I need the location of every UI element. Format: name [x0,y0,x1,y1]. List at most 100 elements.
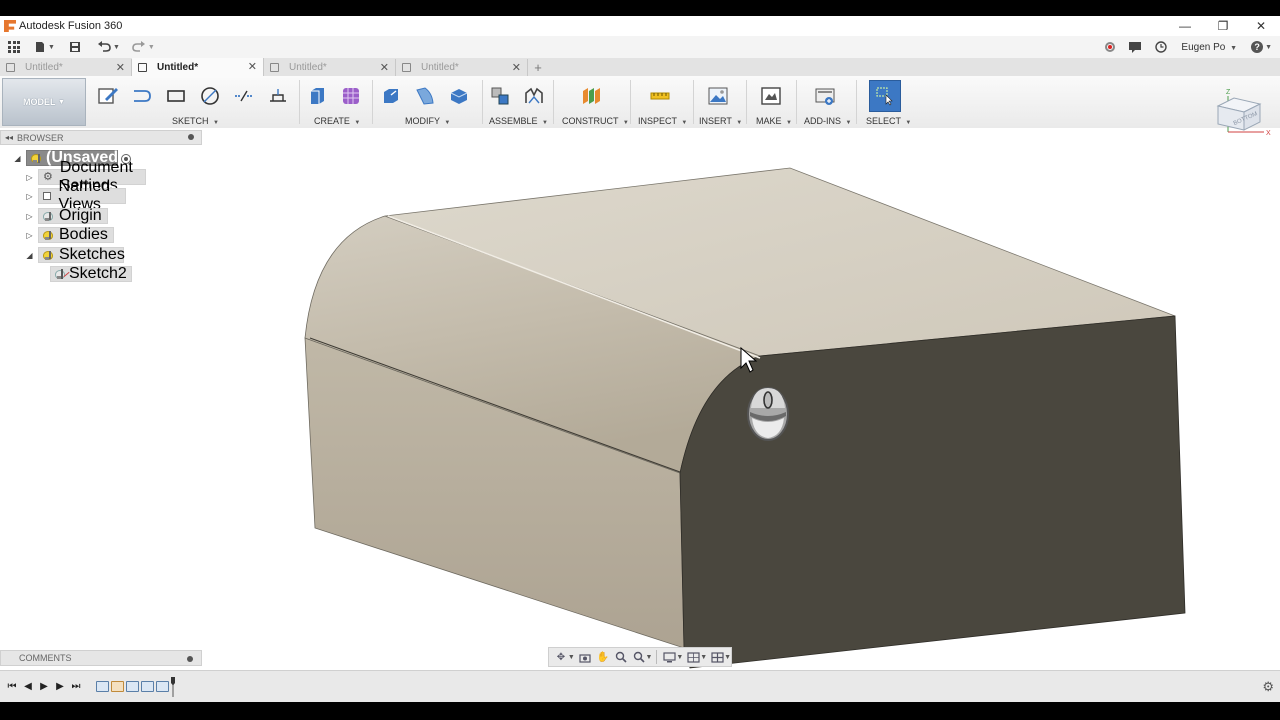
viewports-icon[interactable] [709,649,725,665]
tab-untitled-2[interactable]: Untitled* ✕ [132,58,264,76]
insert-image-icon[interactable] [704,82,732,110]
extrude-icon[interactable] [303,82,331,110]
timeline-settings-gear-icon[interactable]: ⚙ [1262,679,1274,695]
circle-icon[interactable] [196,82,224,110]
go-to-start-icon[interactable]: ⏮ [6,680,18,692]
expand-toggle[interactable]: ▷ [25,231,34,240]
press-pull-icon[interactable] [377,82,405,110]
measure-icon[interactable] [646,82,674,110]
play-icon[interactable]: ▶ [38,680,50,692]
go-to-end-icon[interactable]: ⏭ [70,680,82,692]
construct-menu-button[interactable]: CONSTRUCT ▼ [562,116,629,126]
sketch-icon [61,269,63,279]
browser-header[interactable]: ◂◂ BROWSER [0,130,202,145]
collapse-toggle[interactable]: ◢ [25,251,34,260]
insert-menu-button[interactable]: INSERT ▼ [699,116,742,126]
timeline-feature-extrude[interactable] [141,681,154,692]
close-button[interactable]: ✕ [1242,16,1280,36]
view-cube[interactable]: BOTTOM Z X [1208,86,1272,144]
form-icon[interactable] [337,82,365,110]
root-expand-toggle[interactable]: ◢ [13,154,22,163]
expand-toggle[interactable]: ▷ [25,173,34,182]
close-tab-icon[interactable]: ✕ [380,61,389,74]
make-menu-button[interactable]: MAKE ▼ [756,116,792,126]
step-forward-icon[interactable]: ▶ [54,680,66,692]
component-icon [38,153,40,163]
trim-icon[interactable] [230,82,258,110]
timeline-feature-sketch[interactable] [96,681,109,692]
help-menu-button[interactable]: ? ▼ [1251,41,1272,53]
zoom-icon[interactable] [613,649,629,665]
clock-icon[interactable] [1155,41,1168,53]
inspect-label: INSPECT [638,116,677,126]
save-button[interactable] [69,36,81,58]
restore-button[interactable]: ❐ [1204,16,1242,36]
timeline-feature-sketch[interactable] [126,681,139,692]
display-settings-icon[interactable] [661,649,677,665]
appbar-right-controls: Eugen Po ▼ ? ▼ [1105,36,1272,58]
workspace-switcher[interactable]: MODEL ▼ [2,78,86,126]
tab-untitled-4[interactable]: Untitled* ✕ [396,59,528,76]
line-icon[interactable] [128,82,156,110]
user-account-menu[interactable]: Eugen Po ▼ [1181,42,1237,53]
pin-icon[interactable] [187,656,193,662]
group-divider [746,80,747,124]
add-ins-menu-button[interactable]: ADD-INS ▼ [804,116,851,126]
sketch-menu-button[interactable]: SKETCH ▼ [172,116,219,126]
new-component-icon[interactable] [486,82,514,110]
tree-item-sketches[interactable]: Sketches [38,246,125,263]
timeline-marker[interactable] [171,677,175,697]
scripts-addins-icon[interactable] [811,82,839,110]
collapse-arrows-icon[interactable]: ◂◂ [5,133,13,142]
assemble-menu-button[interactable]: ASSEMBLE ▼ [489,116,548,126]
close-tab-icon[interactable]: ✕ [512,61,521,74]
window-controls: — ❐ ✕ [1166,16,1280,36]
modify-menu-button[interactable]: MODIFY ▼ [405,116,450,126]
joint-icon[interactable] [520,82,548,110]
create-menu-button[interactable]: CREATE ▼ [314,116,360,126]
minimize-button[interactable]: — [1166,16,1204,36]
tree-item-bodies[interactable]: Bodies [38,226,114,243]
inspect-menu-button[interactable]: INSPECT ▼ [638,116,687,126]
timeline-feature-extrude[interactable] [111,681,124,692]
data-panel-grid-icon[interactable] [8,41,20,53]
job-status-icon[interactable] [1105,42,1116,52]
new-tab-button[interactable]: + [528,59,548,76]
modify-group: MODIFY ▼ [377,76,481,128]
file-menu-button[interactable]: ▼ [34,36,55,58]
tab-untitled-1[interactable]: Untitled* ✕ [0,59,132,76]
step-back-icon[interactable]: ◀ [22,680,34,692]
comments-panel[interactable]: COMMENTS [0,650,202,666]
select-icon[interactable] [869,80,901,112]
tree-item-sketch2[interactable]: Sketch2 [50,265,132,282]
fillet-icon[interactable] [411,82,439,110]
shell-icon[interactable] [445,82,473,110]
browser-title: BROWSER [17,132,64,143]
grid-snaps-icon[interactable] [685,649,701,665]
offset-plane-icon[interactable] [577,82,605,110]
expand-toggle[interactable]: ▷ [25,212,34,221]
expand-toggle[interactable]: ▷ [25,192,34,201]
select-menu-button[interactable]: SELECT ▼ [866,116,911,126]
undo-button[interactable]: ▼ [97,36,120,58]
close-tab-icon[interactable]: ✕ [248,60,257,73]
offset-icon[interactable] [264,82,292,110]
document-icon [402,63,411,72]
orbit-icon[interactable]: ✥ [553,649,569,665]
close-tab-icon[interactable]: ✕ [116,61,125,74]
timeline-feature-fillet[interactable] [156,681,169,692]
create-sketch-icon[interactable] [94,82,122,110]
3d-print-icon[interactable] [757,82,785,110]
look-at-icon[interactable] [577,649,593,665]
rectangle-icon[interactable] [162,82,190,110]
window-title: Autodesk Fusion 360 [19,20,123,32]
tree-item-origin[interactable]: Origin [38,207,108,224]
tab-untitled-3[interactable]: Untitled* ✕ [264,59,396,76]
notification-icon[interactable] [1129,41,1142,53]
tree-item-named-views[interactable]: Named Views [38,178,126,213]
pan-icon[interactable]: ✋ [595,649,611,665]
pin-icon[interactable] [188,134,194,140]
fit-zoom-icon[interactable] [631,649,647,665]
redo-button[interactable]: ▼ [132,36,155,58]
document-icon [6,63,15,72]
